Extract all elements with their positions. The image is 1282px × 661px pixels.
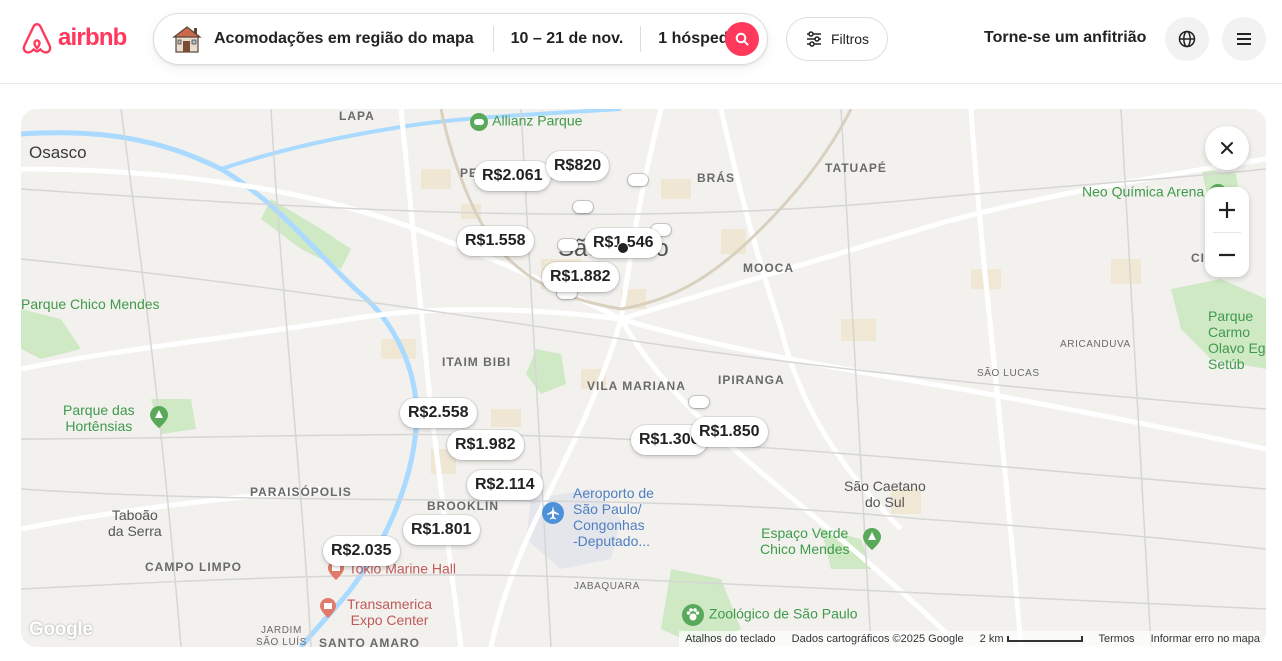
scale-label: 2 km [979,633,1004,645]
poi-label: Transamerica Expo Center [347,596,433,628]
district-label: PARAISÓPOLIS [250,485,352,499]
poi-label: Parque das Hortênsias [63,402,135,434]
district-label: IPIRANGA [718,373,785,387]
google-logo: Google [29,619,93,640]
search-guests[interactable]: 1 hóspede [641,30,737,48]
airbnb-belo-icon [22,23,52,54]
district-label: MOOCA [743,261,794,275]
terms-link[interactable]: Termos [1099,633,1135,645]
zoom-in-button[interactable] [1205,187,1249,232]
poi-label: Parque Chico Mendes [21,296,160,312]
become-host-link[interactable]: Torne-se um anfitrião [984,29,1146,47]
zoo-icon [682,604,704,626]
district-label: TATUAPÉ [825,161,887,175]
poi-zoologico: Zoológico de São Paulo [681,603,858,627]
zoom-out-button[interactable] [1205,233,1249,277]
district-label: ITAIM BIBI [442,355,512,369]
close-map-button[interactable] [1205,126,1249,170]
city-label: Taboão da Serra [108,507,162,539]
brand-name: airbnb [58,24,127,51]
poi-label: Parque Carmo Olavo Eg Setúb [1208,308,1266,372]
search-icon [735,32,749,46]
price-pin[interactable]: R$2.061 [474,161,551,191]
top-header: airbnb Acomodações em região do mapa 10 … [0,0,1282,84]
park-pin-icon [863,528,881,550]
district-label: VILA MARIANA [587,379,686,393]
district-label: JARDIM SÃO LUÍS [256,625,307,647]
district-label: BROOKLIN [427,499,499,513]
poi-allianz: Allianz Parque [469,112,582,132]
price-pin[interactable]: R$1.882 [542,262,619,292]
poi-label: Allianz Parque [492,112,583,129]
district-label: SÃO LUCAS [977,368,1040,379]
airport-icon [542,502,564,524]
language-button[interactable] [1165,17,1209,61]
park-pin-icon [150,406,168,428]
district-label: JABAQUARA [574,581,640,592]
price-pin[interactable]: R$820 [546,151,610,181]
district-label: LAPA [339,109,375,123]
search-bar[interactable]: Acomodações em região do mapa 10 – 21 de… [153,13,768,65]
poi-label: Espaço Verde Chico Mendes [760,525,850,557]
plus-icon [1219,201,1235,218]
search-location[interactable]: Acomodações em região do mapa [214,30,474,48]
poi-label: Aeroporto de São Paulo/ Congonhas -Deput… [573,485,654,549]
close-icon [1221,142,1233,154]
minus-icon [1219,253,1235,257]
scale-bar [1006,636,1083,642]
report-error-link[interactable]: Informar erro no mapa [1151,633,1260,645]
price-pin[interactable]: R$1.850 [691,417,768,447]
map-data-credit: Dados cartográficos ©2025 Google [791,633,964,645]
listing-marker[interactable] [558,239,578,251]
listing-marker[interactable] [689,396,709,408]
stadium-icon [470,113,488,131]
map-view[interactable]: LAPA BRÁS TATUAPÉ MOOCA ITAIM BIBI VILA … [21,109,1266,647]
keyboard-shortcuts-link[interactable]: Atalhos do teclado [685,633,776,645]
listing-marker[interactable] [573,201,593,213]
district-label: ARICANDUVA [1060,339,1131,350]
venue-pin-icon [320,598,336,618]
poi-label: Neo Química Arena [1082,183,1205,200]
city-label: Osasco [29,143,87,162]
filters-button[interactable]: Filtros [786,17,888,61]
house-icon [172,23,204,55]
price-pin[interactable]: R$1.558 [457,226,534,256]
district-label: SANTO AMARO [319,636,420,647]
main-menu-button[interactable] [1222,17,1266,61]
sliders-icon [806,31,821,47]
search-button[interactable] [725,22,759,56]
price-pin[interactable]: R$2.558 [400,398,477,428]
price-pin[interactable]: R$1.982 [447,430,524,460]
map-scale[interactable]: 2 km [980,633,1083,645]
district-label: BRÁS [697,171,736,185]
poi-label: Zoológico de São Paulo [708,605,858,622]
price-pin[interactable]: R$2.114 [467,470,543,500]
filters-label: Filtros [830,31,870,47]
globe-icon [1178,30,1196,48]
location-dot [617,242,629,254]
city-label: São Caetano do Sul [844,478,926,510]
airbnb-logo[interactable]: airbnb [20,20,127,56]
hamburger-icon [1237,33,1251,45]
price-pin[interactable]: R$1.801 [403,515,480,545]
price-pin[interactable]: R$2.035 [323,536,400,566]
map-attribution: Atalhos do teclado Dados cartográficos ©… [679,631,1260,647]
zoom-controls [1205,187,1249,277]
district-label: CAMPO LIMPO [145,560,242,574]
search-dates[interactable]: 10 – 21 de nov. [494,30,641,48]
listing-marker[interactable] [628,174,648,186]
